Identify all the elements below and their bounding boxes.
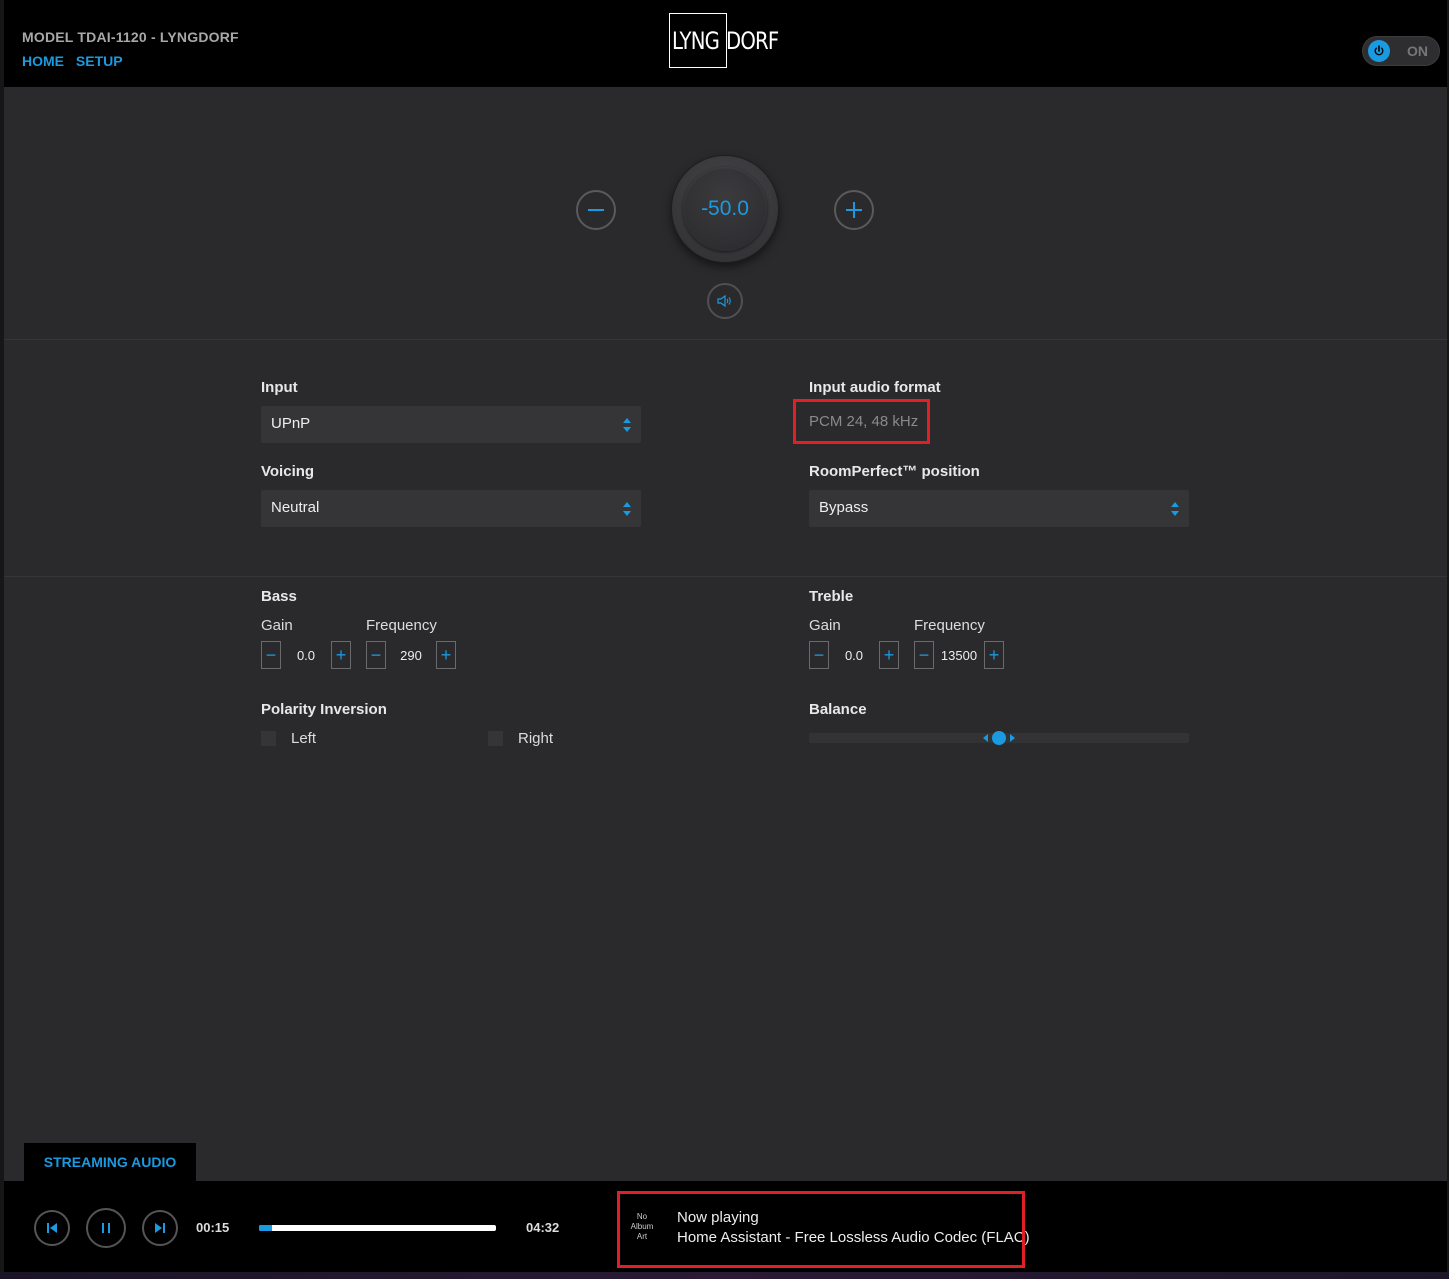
treble-gain-decrease-button[interactable]: − [809,641,829,669]
roomperfect-label: RoomPerfect™ position [809,463,980,480]
roomperfect-select-value: Bypass [819,499,869,516]
logo-box: LYNG [669,13,727,68]
input-label: Input [261,379,298,396]
polarity-right-label: Right [518,730,554,747]
model-title: MODEL TDAI-1120 - LYNGDORF [22,29,239,45]
skip-next-icon [155,1223,165,1233]
elapsed-time: 00:15 [196,1220,230,1235]
bass-frequency-value[interactable]: 290 [386,641,436,669]
balance-label: Balance [809,701,867,718]
power-state-label: ON [1407,43,1428,59]
playback-progress-fill [259,1225,273,1231]
power-toggle[interactable]: ON [1362,36,1440,66]
streaming-audio-tab[interactable]: STREAMING AUDIO [24,1143,196,1181]
voicing-label: Voicing [261,463,315,480]
treble-gain-increase-button[interactable]: + [879,641,899,669]
logo-text-boxed: LYNG [672,26,720,55]
next-track-button[interactable] [142,1210,178,1246]
select-arrows-icon [1171,502,1179,516]
volume-value: -50.0 [701,197,749,220]
logo-text-rest: DORF [726,26,779,55]
polarity-inversion-label: Polarity Inversion [261,701,387,718]
pause-button[interactable] [86,1208,126,1248]
treble-gain-label: Gain [809,617,841,634]
bass-gain-label: Gain [261,617,293,634]
input-select-value: UPnP [271,415,311,432]
previous-track-button[interactable] [34,1210,70,1246]
skip-previous-icon [47,1223,57,1233]
select-arrows-icon [623,418,631,432]
volume-up-button[interactable] [834,190,874,230]
polarity-left-checkbox[interactable] [261,731,276,746]
pause-icon [102,1223,110,1233]
bass-gain-decrease-button[interactable]: − [261,641,281,669]
bass-label: Bass [261,588,297,605]
polarity-left-label: Left [291,730,317,747]
treble-frequency-stepper: − 13500 + [914,641,1004,669]
treble-gain-value[interactable]: 0.0 [829,641,879,669]
section-divider [4,339,1447,340]
voicing-select[interactable]: Neutral [261,490,641,527]
volume-down-button[interactable] [576,190,616,230]
track-duration: 04:32 [526,1220,560,1235]
bass-gain-stepper: − 0.0 + [261,641,351,669]
input-select[interactable]: UPnP [261,406,641,443]
treble-frequency-value[interactable]: 13500 [934,641,984,669]
treble-frequency-decrease-button[interactable]: − [914,641,934,669]
bass-gain-value[interactable]: 0.0 [281,641,331,669]
volume-knob[interactable]: -50.0 [672,156,778,262]
power-icon [1368,40,1390,62]
treble-frequency-label: Frequency [914,617,985,634]
treble-label: Treble [809,588,854,605]
volume-knob-face: -50.0 [683,167,767,251]
polarity-right-checkbox[interactable] [488,731,503,746]
lyngdorf-logo: LYNG DORF [669,13,790,68]
plus-icon [846,202,862,218]
select-arrows-icon [623,502,631,516]
main-nav: HOME SETUP [22,53,131,69]
speaker-icon [717,294,731,308]
roomperfect-select[interactable]: Bypass [809,490,1189,527]
treble-gain-stepper: − 0.0 + [809,641,899,669]
balance-slider-handle[interactable] [981,730,1017,746]
window-frame-left [0,0,4,1279]
treble-frequency-increase-button[interactable]: + [984,641,1004,669]
voicing-select-value: Neutral [271,499,320,516]
playback-progress-bar[interactable] [259,1225,496,1231]
taskbar-strip [0,1272,1449,1279]
bass-frequency-stepper: − 290 + [366,641,456,669]
bass-frequency-increase-button[interactable]: + [436,641,456,669]
bass-gain-increase-button[interactable]: + [331,641,351,669]
nav-setup-link[interactable]: SETUP [76,53,123,69]
format-highlight-box [793,399,930,444]
input-audio-format-label: Input audio format [809,379,941,396]
mute-button[interactable] [707,283,743,319]
bass-frequency-label: Frequency [366,617,437,634]
now-playing-highlight-box [617,1191,1025,1268]
bass-frequency-decrease-button[interactable]: − [366,641,386,669]
section-divider [4,576,1447,577]
minus-icon [588,209,604,211]
nav-home-link[interactable]: HOME [22,53,64,69]
